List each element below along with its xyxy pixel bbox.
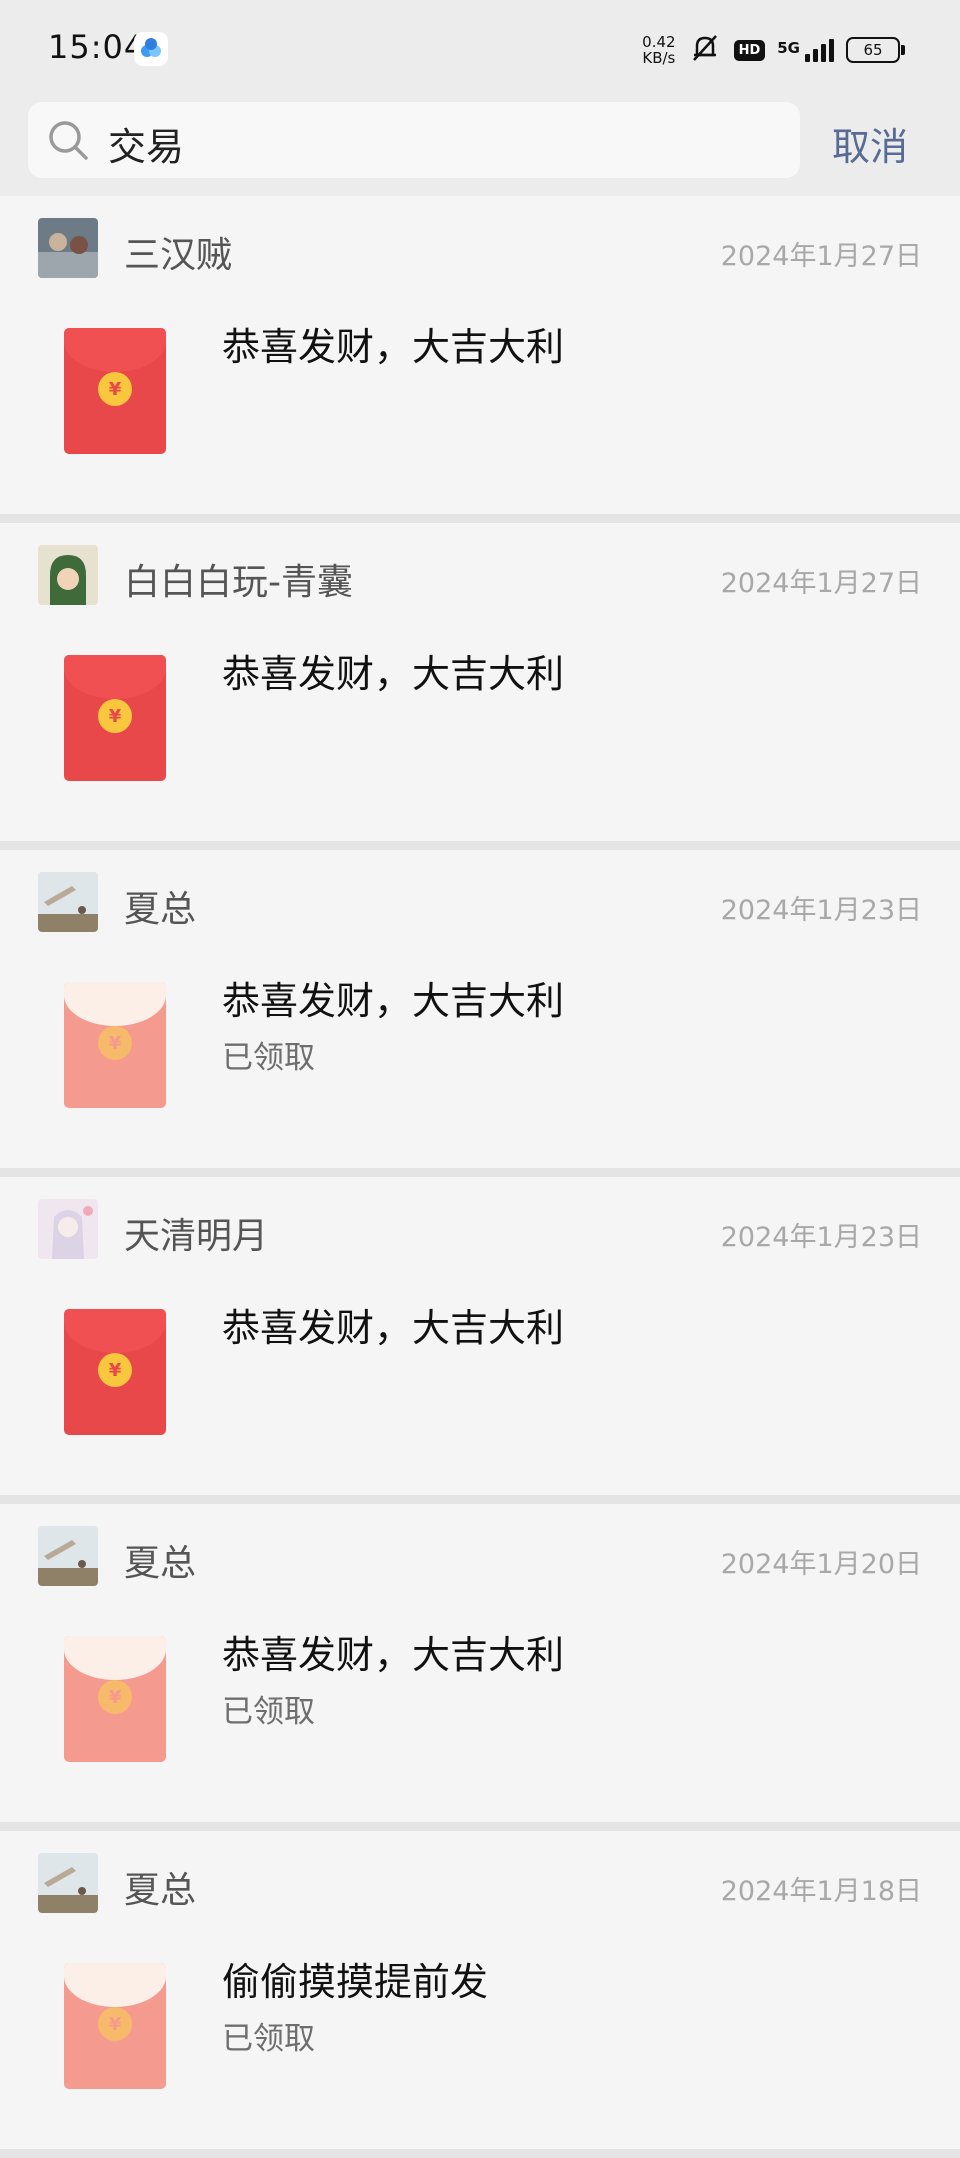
mute-bell-icon [688,31,722,69]
coin-icon: ¥ [98,1680,132,1714]
result-item[interactable]: 白白白玩-青囊 2024年1月27日 ¥ 恭喜发财，大吉大利 [0,523,960,850]
red-packet-status: 已领取 [222,1040,315,1076]
search-bar: 交易 取消 [0,96,960,196]
coin-icon: ¥ [98,2007,132,2041]
coin-icon: ¥ [98,372,132,406]
red-packet-status: 已领取 [222,1694,315,1730]
message-date: 2024年1月18日 [720,1876,922,1907]
result-item[interactable]: 夏总 2024年1月23日 ¥ 恭喜发财，大吉大利 已领取 [0,850,960,1177]
status-bar: 15:04 0.42 KB/s HD 5G 65 [0,0,960,96]
avatar[interactable] [38,1526,98,1586]
result-item[interactable]: 夏总 2024年1月18日 ¥ 偷偷摸摸提前发 已领取 [0,1831,960,2158]
battery-level: 65 [863,41,883,59]
avatar[interactable] [38,872,98,932]
hd-badge: HD [733,39,766,61]
status-time: 15:04 [48,28,146,66]
network-speed-value: 0.42 [642,33,676,51]
red-packet-status: 已领取 [222,2021,315,2057]
cloud-app-icon [134,32,168,66]
avatar[interactable] [38,545,98,605]
status-right-group: 0.42 KB/s HD 5G 65 [642,30,905,70]
red-packet-message: 偷偷摸摸提前发 [222,1960,489,2004]
search-results-list: 三汉贼 2024年1月27日 ¥ 恭喜发财，大吉大利 白白白玩-青囊 2024年… [0,196,960,2158]
sender-name: 三汉贼 [124,235,233,276]
avatar[interactable] [38,1199,98,1259]
sender-name: 夏总 [124,1543,197,1584]
coin-icon: ¥ [98,1026,132,1060]
sender-name: 夏总 [124,1870,197,1911]
search-query: 交易 [108,125,185,169]
avatar[interactable] [38,1853,98,1913]
red-packet-icon[interactable]: ¥ [64,1636,166,1762]
battery-icon: 65 [846,37,905,63]
result-item[interactable]: 夏总 2024年1月20日 ¥ 恭喜发财，大吉大利 已领取 [0,1504,960,1831]
search-icon [49,121,88,160]
message-date: 2024年1月23日 [720,895,922,926]
cancel-button[interactable]: 取消 [832,116,908,171]
sender-name: 夏总 [124,889,197,930]
network-type: 5G [777,38,800,57]
coin-icon: ¥ [98,699,132,733]
sender-name: 天清明月 [124,1216,269,1257]
message-date: 2024年1月23日 [720,1222,922,1253]
avatar[interactable] [38,218,98,278]
red-packet-icon[interactable]: ¥ [64,982,166,1108]
message-date: 2024年1月20日 [720,1549,922,1580]
red-packet-icon[interactable]: ¥ [64,328,166,454]
red-packet-message: 恭喜发财，大吉大利 [222,1633,565,1677]
result-item[interactable]: 三汉贼 2024年1月27日 ¥ 恭喜发财，大吉大利 [0,196,960,523]
red-packet-message: 恭喜发财，大吉大利 [222,325,565,369]
sender-name: 白白白玩-青囊 [124,562,353,603]
network-speed: 0.42 KB/s [642,34,675,66]
signal-icon: 5G [777,38,834,62]
red-packet-message: 恭喜发财，大吉大利 [222,979,565,1023]
red-packet-message: 恭喜发财，大吉大利 [222,1306,565,1350]
message-date: 2024年1月27日 [720,568,922,599]
search-input[interactable]: 交易 [28,102,800,178]
message-date: 2024年1月27日 [720,241,922,272]
red-packet-icon[interactable]: ¥ [64,1309,166,1435]
red-packet-message: 恭喜发财，大吉大利 [222,652,565,696]
red-packet-icon[interactable]: ¥ [64,1963,166,2089]
result-item[interactable]: 天清明月 2024年1月23日 ¥ 恭喜发财，大吉大利 [0,1177,960,1504]
red-packet-icon[interactable]: ¥ [64,655,166,781]
coin-icon: ¥ [98,1353,132,1387]
network-speed-unit: KB/s [642,49,676,67]
